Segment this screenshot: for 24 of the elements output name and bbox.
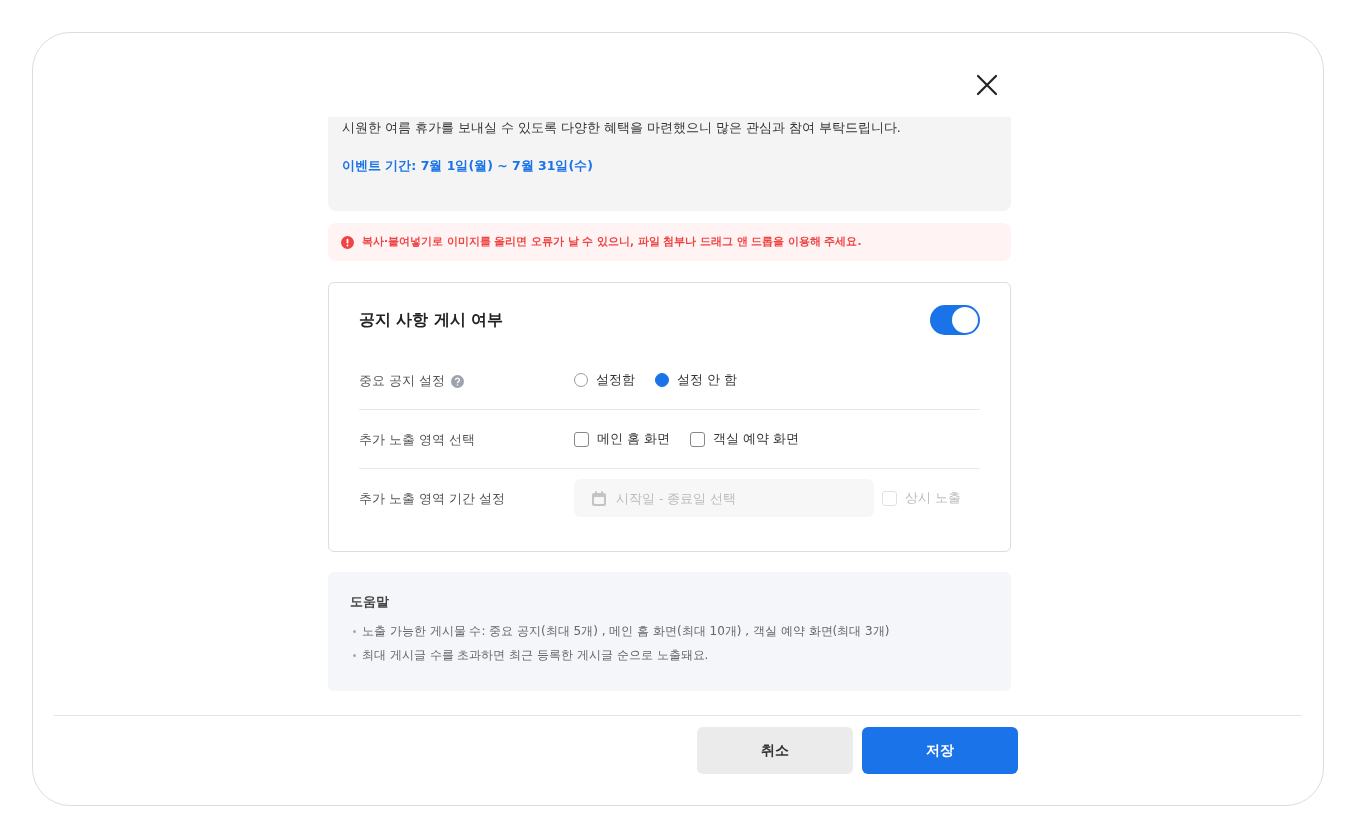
bullet-icon bbox=[353, 629, 356, 633]
section-title: 공지 사항 게시 여부 bbox=[359, 309, 504, 331]
warning-text: 복사·붙여넣기로 이미지를 올리면 오류가 날 수 있으니, 파일 첨부나 드래그 앤 드롭을 이용해 주세요. bbox=[362, 235, 862, 249]
setting-label: 중요 공지 설정 bbox=[359, 373, 445, 390]
close-icon[interactable] bbox=[976, 74, 998, 96]
checkbox-option[interactable]: 메인 홈 화면 bbox=[574, 430, 670, 448]
help-text: 최대 게시글 수를 초과하면 최근 등록한 게시글 순으로 노출돼요. bbox=[362, 647, 709, 664]
calendar-icon bbox=[592, 491, 606, 506]
radio-option[interactable]: 설정 안 함 bbox=[655, 371, 737, 389]
toggle-switch[interactable] bbox=[930, 305, 980, 335]
help-text: 노출 가능한 게시물 수: 중요 공지(최대 5개) , 메인 홈 화면(최대 10개) , 객실 예약 화면(최대 3개) bbox=[362, 623, 890, 640]
event-period-text: 이벤트 기간: 7월 1일(월) ~ 7월 31일(수) bbox=[342, 158, 594, 175]
alert-icon bbox=[341, 235, 354, 249]
help-icon[interactable] bbox=[450, 375, 464, 388]
bullet-icon bbox=[353, 653, 356, 657]
radio-option[interactable]: 설정함 bbox=[574, 371, 635, 389]
cancel-button[interactable]: 취소 bbox=[697, 727, 853, 774]
date-range-field[interactable]: 시작일 - 종료일 선택 bbox=[574, 479, 874, 517]
checkbox-option[interactable]: 객실 예약 화면 bbox=[689, 430, 799, 448]
save-button[interactable]: 저장 bbox=[862, 727, 1018, 774]
setting-label: 추가 노출 영역 기간 설정 bbox=[359, 491, 505, 508]
help-title: 도움말 bbox=[350, 594, 390, 611]
setting-label: 추가 노출 영역 선택 bbox=[359, 432, 475, 449]
content-text: 시원한 여름 휴가를 보내실 수 있도록 다양한 혜택을 마련했으니 많은 관심과 참여 부탁드립니다. bbox=[342, 119, 902, 137]
